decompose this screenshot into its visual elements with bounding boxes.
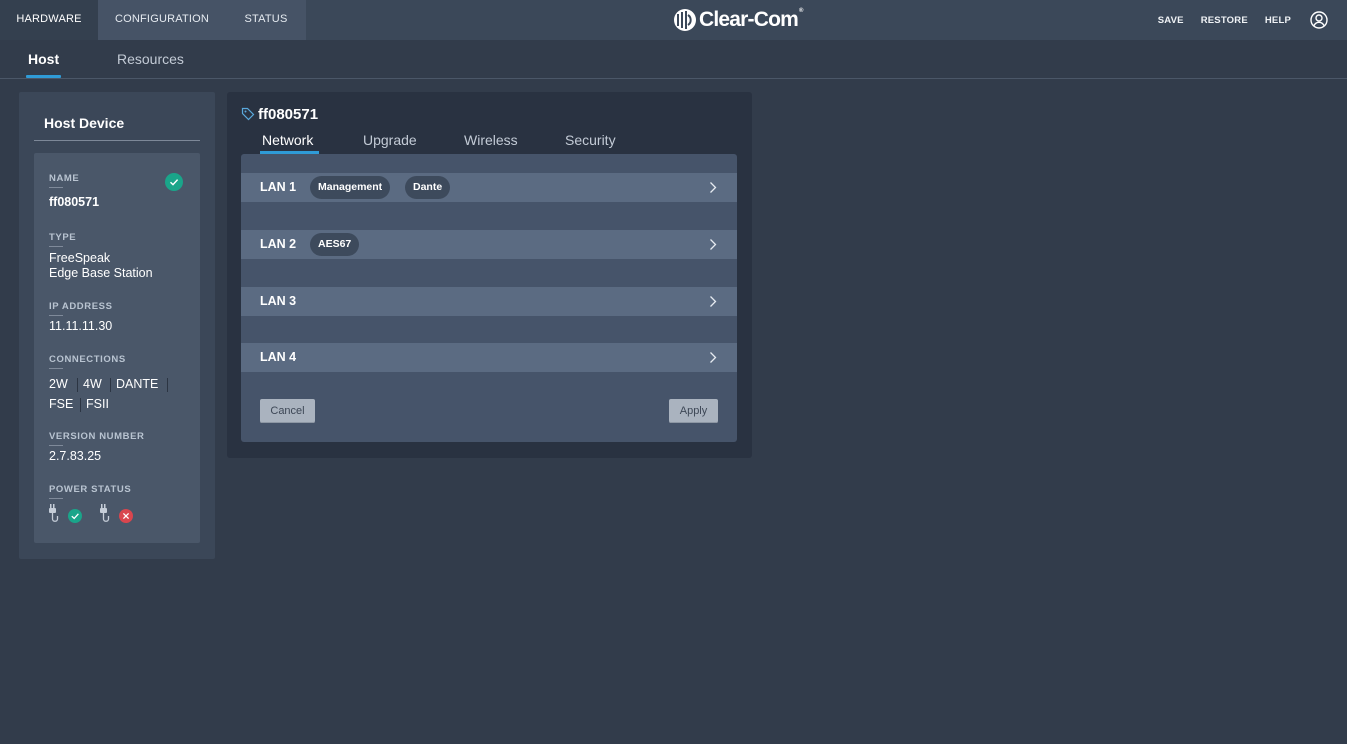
- connection-2w: 2W: [49, 377, 68, 391]
- separator: [77, 378, 78, 392]
- lan-label: LAN 3: [260, 294, 297, 308]
- lan-label: LAN 2: [260, 237, 297, 251]
- active-tab-indicator: [26, 75, 61, 78]
- separator: [80, 398, 81, 412]
- network-lan-list: LAN 1 Management Dante LAN 2 AES67 LAN 3…: [241, 154, 737, 442]
- lan-row-1[interactable]: LAN 1 Management Dante: [241, 173, 737, 202]
- power-plug-icon: [49, 504, 82, 523]
- chevron-right-icon: [710, 296, 717, 307]
- connection-4w: 4W: [83, 377, 102, 391]
- save-button[interactable]: SAVE: [1158, 15, 1184, 26]
- ip-address-value: 11.11.11.30: [49, 319, 113, 333]
- lan-chip-aes67: AES67: [310, 233, 360, 256]
- power-supply-2: [99, 503, 135, 525]
- host-device-title: Host Device: [44, 115, 125, 131]
- apply-button[interactable]: Apply: [669, 399, 718, 423]
- lan-label: LAN 1: [260, 180, 297, 194]
- power-supply-1: [48, 503, 84, 525]
- power-status-label: POWER STATUS: [49, 484, 132, 499]
- separator: [167, 378, 168, 392]
- nav-status[interactable]: STATUS: [226, 0, 306, 40]
- lan-row-2[interactable]: LAN 2 AES67: [241, 230, 737, 259]
- tab-security[interactable]: Security: [565, 132, 616, 148]
- connections-label: CONNECTIONS: [49, 354, 126, 369]
- version-number-label: VERSION NUMBER: [49, 431, 145, 446]
- logo-text: Clear-Com®: [699, 8, 803, 31]
- tab-upgrade[interactable]: Upgrade: [363, 132, 417, 148]
- type-label: TYPE: [49, 232, 77, 247]
- check-icon: [165, 173, 183, 191]
- type-value-line2: Edge Base Station: [49, 266, 153, 280]
- main-nav: HARDWARE CONFIGURATION STATUS: [0, 0, 306, 40]
- lan-row-4[interactable]: LAN 4: [241, 343, 737, 372]
- version-number-value: 2.7.83.25: [49, 449, 102, 463]
- connection-fse: FSE: [49, 397, 74, 411]
- connection-fsii: FSII: [86, 397, 109, 411]
- chevron-right-icon: [710, 352, 717, 363]
- tab-wireless[interactable]: Wireless: [464, 132, 518, 148]
- tab-network[interactable]: Network: [262, 132, 313, 148]
- connection-dante: DANTE: [116, 377, 159, 391]
- nav-configuration[interactable]: CONFIGURATION: [98, 0, 226, 40]
- ip-address-label: IP ADDRESS: [49, 301, 113, 316]
- name-label: NAME: [49, 173, 80, 188]
- device-panel: ff080571 Network Upgrade Wireless Securi…: [227, 92, 752, 458]
- tag-icon: [241, 107, 255, 121]
- lan-label: LAN 4: [260, 350, 297, 364]
- tab-host[interactable]: Host: [28, 51, 59, 67]
- sub-tabs: Host Resources: [0, 40, 1347, 79]
- user-circle-icon[interactable]: [1310, 11, 1328, 29]
- device-title: ff080571: [258, 106, 319, 123]
- lan-row-3[interactable]: LAN 3: [241, 287, 737, 316]
- clear-com-logo-icon: [674, 9, 696, 31]
- host-device-panel: Host Device NAME ff080571 TYPE FreeSpeak…: [19, 92, 215, 559]
- top-bar: HARDWARE CONFIGURATION STATUS Clear-Com®…: [0, 0, 1347, 40]
- type-value-line1: FreeSpeak: [49, 251, 111, 265]
- divider: [34, 140, 200, 141]
- restore-button[interactable]: RESTORE: [1201, 15, 1248, 26]
- nav-hardware[interactable]: HARDWARE: [0, 0, 98, 40]
- power-plug-icon: [100, 504, 133, 523]
- help-button[interactable]: HELP: [1265, 15, 1291, 26]
- lan-chip-management: Management: [310, 176, 391, 199]
- cancel-button[interactable]: Cancel: [260, 399, 315, 423]
- top-actions: SAVE RESTORE HELP: [1158, 0, 1347, 40]
- host-device-card: NAME ff080571 TYPE FreeSpeak Edge Base S…: [34, 153, 200, 543]
- separator: [110, 378, 111, 392]
- chevron-right-icon: [710, 239, 717, 250]
- clear-com-logo: Clear-Com®: [673, 6, 803, 34]
- name-value: ff080571: [49, 195, 100, 209]
- chevron-right-icon: [710, 182, 717, 193]
- tab-resources[interactable]: Resources: [117, 51, 184, 67]
- lan-chip-dante: Dante: [405, 176, 451, 199]
